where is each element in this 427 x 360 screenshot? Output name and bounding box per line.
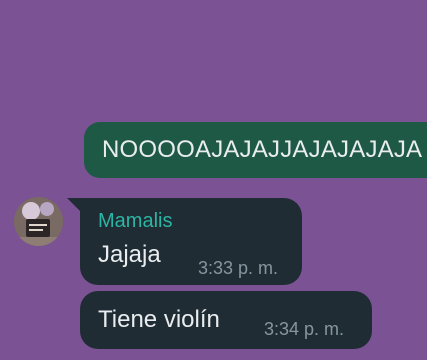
message-text: Tiene violín	[98, 306, 220, 333]
sender-name[interactable]: Mamalis	[98, 210, 172, 233]
incoming-message-bubble[interactable]: Mamalis Jajaja 3:33 p. m.	[80, 198, 302, 285]
message-timestamp: 3:34 p. m.	[264, 319, 345, 339]
message-text: Jajaja	[98, 241, 161, 268]
chat-message-area[interactable]: NOOOOAJAJAJJAJAJAJAJA Mamalis Jajaja 3:3…	[0, 0, 427, 360]
outgoing-message-bubble[interactable]: NOOOOAJAJAJJAJAJAJAJA	[84, 122, 427, 178]
message-text: NOOOOAJAJAJJAJAJAJAJA	[102, 136, 423, 163]
message-timestamp: 3:33 p. m.	[198, 258, 279, 278]
bubble-tail	[67, 198, 81, 212]
contact-photo-icon	[14, 197, 63, 246]
contact-avatar[interactable]	[14, 197, 63, 246]
incoming-message-bubble[interactable]: Tiene violín 3:34 p. m.	[80, 291, 372, 349]
